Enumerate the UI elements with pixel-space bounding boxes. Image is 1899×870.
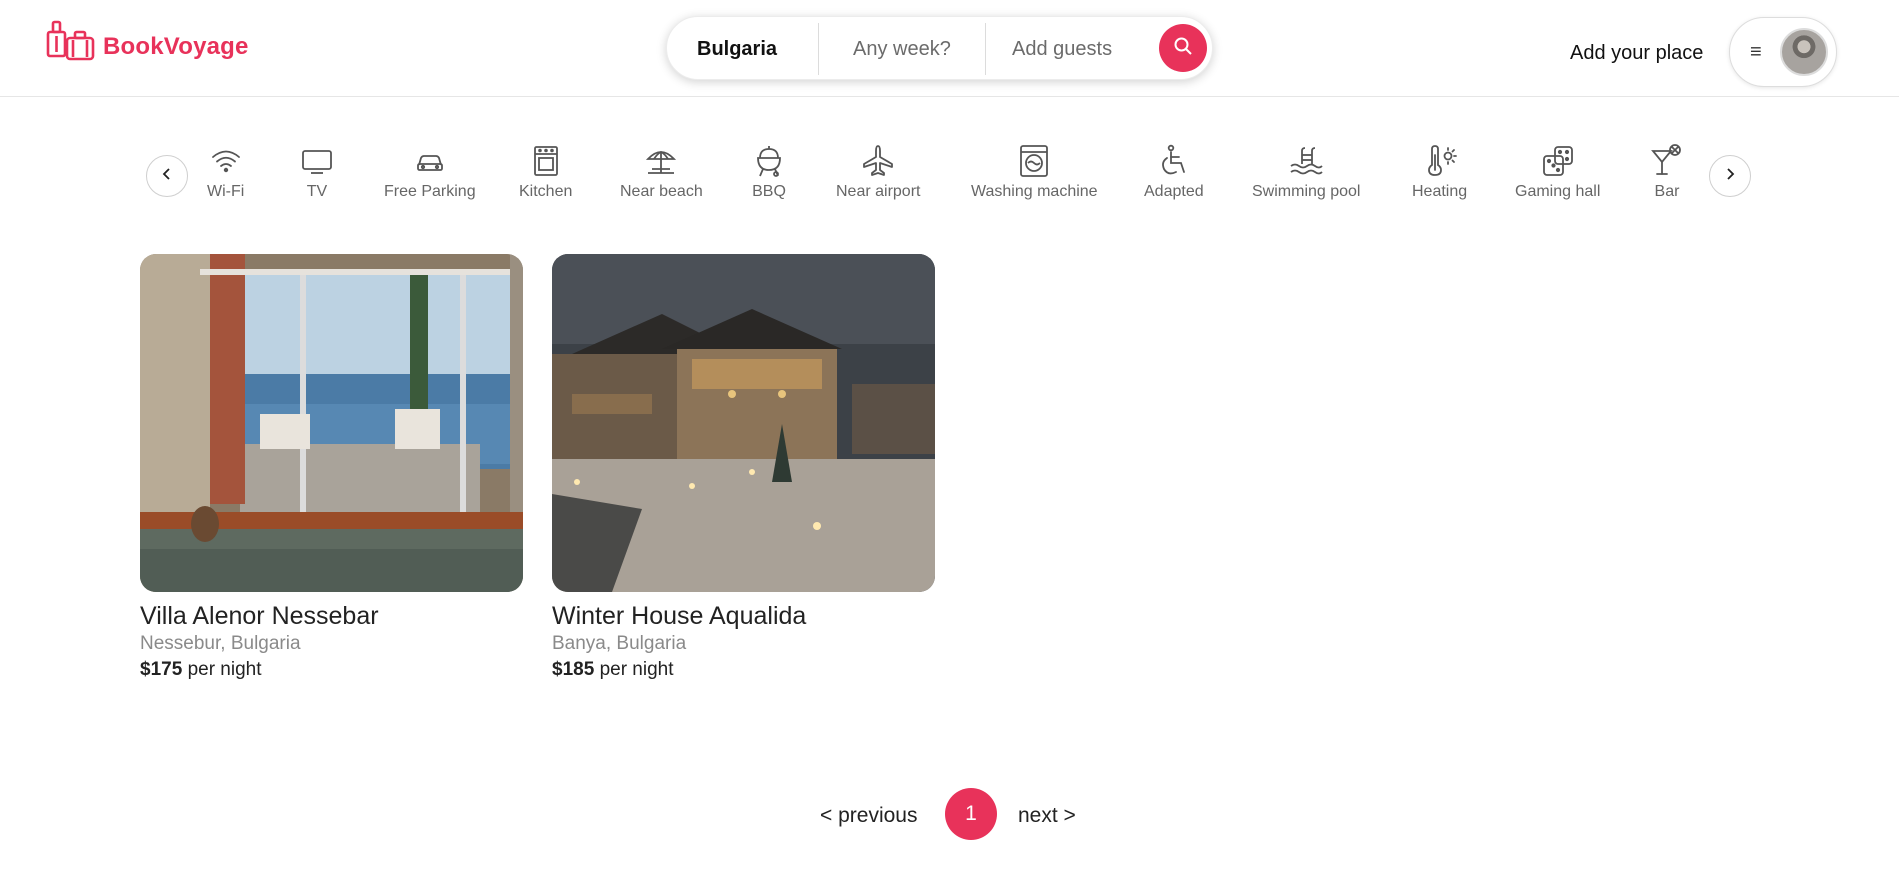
avatar (1780, 28, 1828, 76)
amenity-label: Swimming pool (1252, 183, 1361, 200)
oven-icon (533, 146, 558, 176)
dice-icon (1542, 146, 1573, 176)
washing-machine-icon (1020, 145, 1049, 177)
search-button[interactable] (1159, 24, 1207, 72)
pagination: < previous 1 next > (820, 788, 1080, 840)
amenity-label: Bar (1654, 183, 1680, 200)
amenity-bar[interactable]: Bar (1649, 143, 1685, 201)
amenity-heating[interactable]: Heating (1412, 143, 1467, 201)
guests-field[interactable]: Add guests (1012, 17, 1152, 81)
listing-price-line: $185 per night (552, 659, 935, 681)
amenity-tv[interactable]: TV (299, 143, 335, 201)
beach-umbrella-icon (646, 150, 677, 174)
listing-price-suffix: per night (187, 659, 262, 680)
scroll-right-button[interactable] (1709, 155, 1751, 197)
amenity-label: Gaming hall (1515, 183, 1601, 200)
amenity-label: Wi-Fi (207, 183, 245, 200)
week-field[interactable]: Any week? (853, 17, 993, 81)
pool-icon (1290, 147, 1323, 175)
amenity-label: TV (306, 183, 328, 200)
tv-icon (302, 150, 332, 174)
location-field[interactable]: Bulgaria (697, 17, 817, 81)
cocktail-icon (1651, 144, 1681, 175)
next-page-link[interactable]: next > (1018, 804, 1076, 828)
listing-price: $185 (552, 659, 595, 680)
listing-title: Villa Alenor Nessebar (140, 602, 379, 630)
listing-card[interactable]: Villa Alenor Nessebar Nessebur, Bulgaria… (140, 254, 523, 681)
user-menu-button[interactable]: ≡ (1729, 17, 1837, 87)
suitcase-icon (45, 18, 97, 75)
amenity-wifi[interactable]: Wi-Fi (207, 143, 244, 201)
airplane-icon (863, 145, 894, 176)
search-divider (985, 23, 986, 75)
search-divider (818, 23, 819, 75)
listing-photo[interactable] (140, 254, 523, 592)
brand-name: BookVoyage (103, 32, 249, 60)
amenity-label: Near airport (836, 183, 921, 200)
search-icon (1173, 36, 1193, 61)
amenity-label: Washing machine (971, 183, 1098, 200)
wheelchair-icon (1161, 144, 1185, 175)
amenity-label: Heating (1412, 183, 1468, 200)
amenity-washing-machine[interactable]: Washing machine (971, 143, 1098, 201)
amenity-kitchen[interactable]: Kitchen (519, 143, 572, 201)
listing-price-suffix: per night (599, 659, 674, 680)
amenity-label: Free Parking (384, 183, 476, 200)
wifi-icon (211, 150, 240, 173)
scroll-left-button[interactable] (146, 155, 188, 197)
listing-price-line: $175 per night (140, 659, 523, 681)
amenity-filter-bar: Wi-Fi TV Free Parking Kitchen Near beach… (146, 143, 1753, 223)
listing-price: $175 (140, 659, 183, 680)
amenity-adapted[interactable]: Adapted (1144, 143, 1204, 201)
listing-title: Winter House Aqualida (552, 602, 807, 630)
chevron-left-icon (160, 167, 174, 186)
amenity-label: BBQ (752, 183, 786, 200)
amenity-near-airport[interactable]: Near airport (836, 143, 920, 201)
previous-page-link[interactable]: < previous (820, 804, 917, 828)
thermometer-icon (1427, 145, 1457, 176)
amenity-gaming-hall[interactable]: Gaming hall (1515, 143, 1600, 201)
amenity-free-parking[interactable]: Free Parking (384, 143, 476, 201)
amenity-label: Adapted (1144, 183, 1204, 200)
amenity-label: Near beach (620, 183, 703, 200)
car-icon (416, 155, 443, 171)
amenity-near-beach[interactable]: Near beach (620, 143, 703, 201)
listing-photo[interactable] (552, 254, 935, 592)
hamburger-icon: ≡ (1750, 41, 1762, 63)
chevron-right-icon (1723, 167, 1737, 186)
amenity-label: Kitchen (519, 183, 573, 200)
amenity-swimming-pool[interactable]: Swimming pool (1252, 143, 1360, 201)
search-bar: Bulgaria Any week? Add guests (666, 16, 1213, 80)
add-your-place-link[interactable]: Add your place (1570, 42, 1703, 65)
current-page-button[interactable]: 1 (945, 788, 997, 840)
amenity-bbq[interactable]: BBQ (751, 143, 787, 201)
listing-location: Banya, Bulgaria (552, 633, 687, 654)
top-header: BookVoyage Bulgaria Any week? Add guests… (0, 0, 1899, 97)
brand-logo[interactable]: BookVoyage (45, 18, 249, 75)
grill-icon (757, 146, 781, 177)
listing-location: Nessebur, Bulgaria (140, 633, 301, 654)
listing-card[interactable]: Winter House Aqualida Banya, Bulgaria $1… (552, 254, 935, 681)
